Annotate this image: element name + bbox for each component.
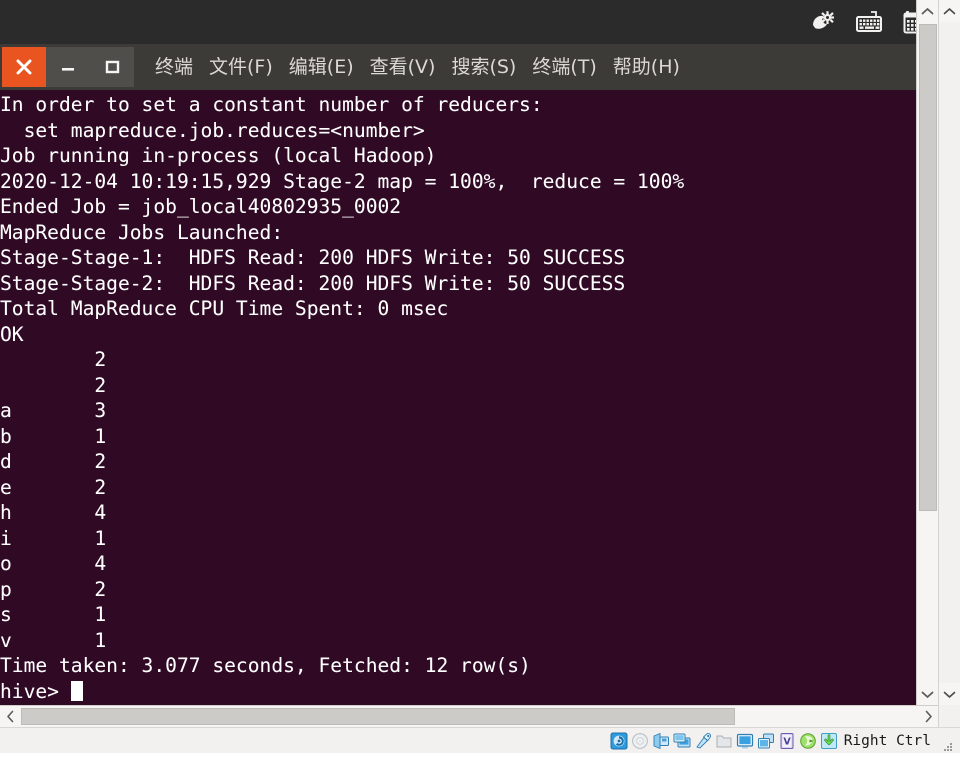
terminal-menubar: 终端 文件(F) 编辑(E) 查看(V) 搜索(S) 终端(T) 帮助(H) <box>154 44 681 90</box>
virtualbox-vm-window: 终端 文件(F) 编辑(E) 查看(V) 搜索(S) 终端(T) 帮助(H) I… <box>0 0 960 753</box>
minimize-button[interactable] <box>46 47 90 87</box>
terminal-output-area[interactable]: In order to set a constant number of red… <box>0 90 920 705</box>
host-key-icon[interactable] <box>819 731 839 751</box>
terminal-horizontal-scrollbar[interactable] <box>0 705 938 727</box>
host-key-label: Right Ctrl <box>843 732 931 749</box>
minimize-icon <box>62 68 74 71</box>
maximize-button[interactable] <box>90 47 134 87</box>
vbox-vertical-scroll-strip[interactable] <box>938 0 960 727</box>
close-icon <box>16 59 32 75</box>
display-icon[interactable] <box>735 731 755 751</box>
menu-item-search[interactable]: 搜索(S) <box>450 56 517 79</box>
ubuntu-top-panel <box>0 0 938 44</box>
floppy-disk-icon[interactable] <box>651 731 671 751</box>
guest-desktop: 终端 文件(F) 编辑(E) 查看(V) 搜索(S) 终端(T) 帮助(H) I… <box>0 0 938 705</box>
svg-text:V: V <box>783 736 791 747</box>
scroll-up-arrow-icon[interactable] <box>917 0 938 22</box>
menu-item-file[interactable]: 文件(F) <box>208 56 274 79</box>
mouse-capture-icon[interactable] <box>798 731 818 751</box>
menu-item-help[interactable]: 帮助(H) <box>612 56 681 79</box>
resize-grip-icon[interactable] <box>942 738 954 751</box>
shared-folder-icon[interactable] <box>714 731 734 751</box>
terminal-cursor <box>70 680 83 701</box>
network-adapter-icon[interactable] <box>672 731 692 751</box>
window-controls <box>2 47 134 87</box>
optical-disk-icon[interactable] <box>630 731 650 751</box>
virtualbox-status-bar: V Right Ctrl <box>0 727 960 753</box>
menu-item-terminal[interactable]: 终端(T) <box>531 56 597 79</box>
horizontal-scrollbar-thumb[interactable] <box>21 708 735 725</box>
virtualization-icon[interactable]: V <box>777 731 797 751</box>
maximize-icon <box>105 60 120 74</box>
scroll-right-arrow-icon[interactable] <box>918 706 938 727</box>
vbox-scroll-down-arrow-icon[interactable] <box>939 683 960 705</box>
terminal-text: In order to set a constant number of red… <box>0 93 685 703</box>
video-capture-icon[interactable] <box>756 731 776 751</box>
scroll-down-arrow-icon[interactable] <box>917 683 938 705</box>
keyboard-indicator-icon[interactable] <box>854 7 884 37</box>
system-settings-icon[interactable] <box>808 7 838 37</box>
menu-item-terminal-title[interactable]: 终端 <box>154 56 194 79</box>
usb-device-icon[interactable] <box>693 731 713 751</box>
close-button[interactable] <box>2 47 46 87</box>
scroll-left-arrow-icon[interactable] <box>0 706 20 727</box>
vertical-scrollbar-thumb[interactable] <box>919 24 937 511</box>
vbox-scroll-up-arrow-icon[interactable] <box>939 0 960 22</box>
top-panel-indicator-group <box>808 0 930 44</box>
terminal-vertical-scrollbar[interactable] <box>916 0 938 705</box>
menu-item-edit[interactable]: 编辑(E) <box>288 56 355 79</box>
hard-disk-icon[interactable] <box>609 731 629 751</box>
menu-item-view[interactable]: 查看(V) <box>369 56 437 79</box>
terminal-window-titlebar: 终端 文件(F) 编辑(E) 查看(V) 搜索(S) 终端(T) 帮助(H) <box>0 44 938 90</box>
